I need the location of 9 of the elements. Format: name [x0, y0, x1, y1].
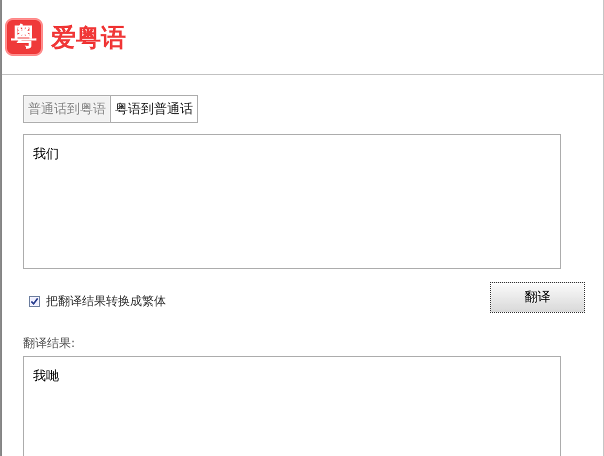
translate-button[interactable]: 翻译 [490, 282, 585, 312]
result-label: 翻译结果: [23, 335, 76, 352]
tab[interactable]: 粤语到普通话 [111, 95, 198, 123]
checkbox[interactable] [29, 296, 40, 306]
logo-icon: 粤 [5, 18, 43, 56]
checkbox-label: 把翻译结果转换成繁体 [46, 292, 166, 310]
result-field[interactable]: 我哋 [23, 356, 561, 456]
input-field[interactable]: 我们 [23, 134, 561, 269]
app-name: 爱粤语 [51, 22, 126, 54]
